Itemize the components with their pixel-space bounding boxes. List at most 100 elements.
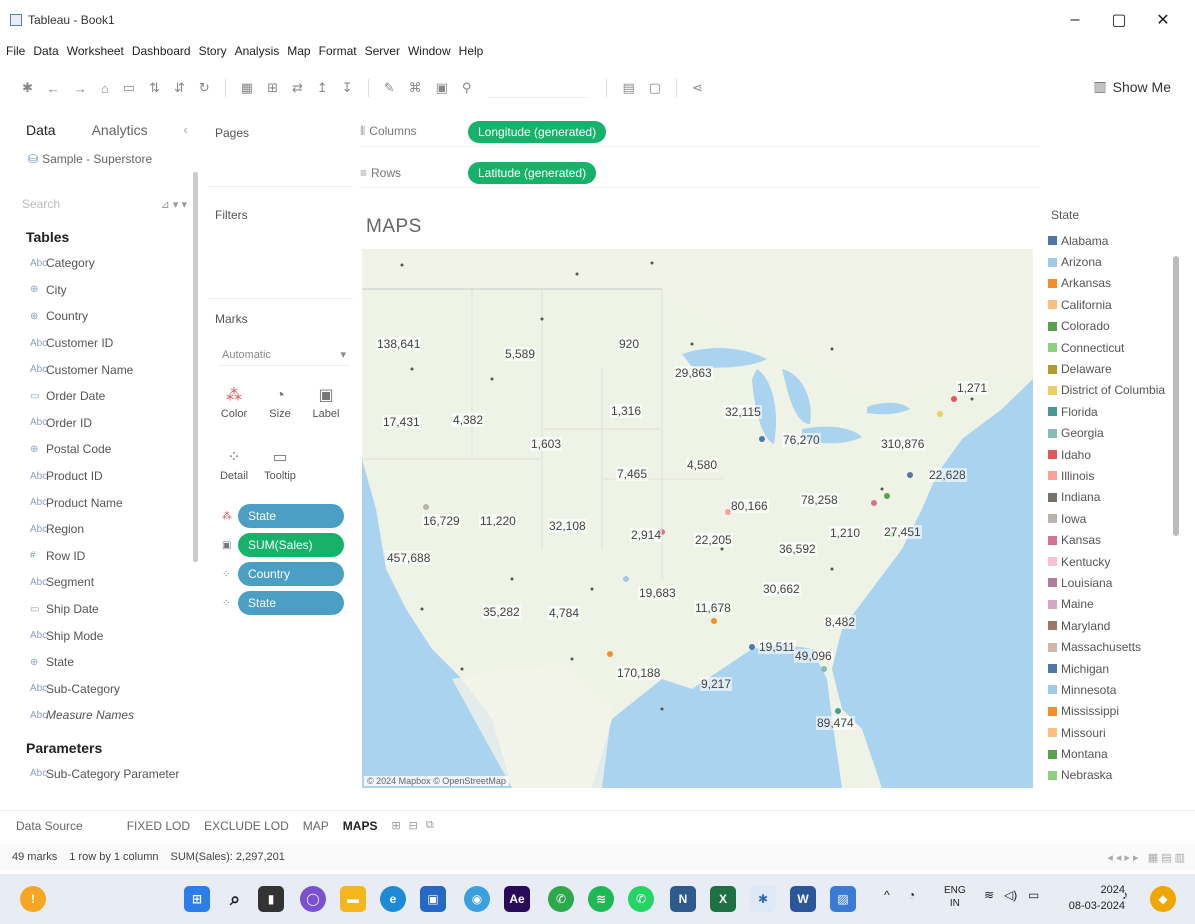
labels-icon[interactable]: ▣ <box>436 80 448 96</box>
legend-item[interactable]: Arkansas <box>1045 273 1185 294</box>
map-sales-label[interactable]: 920 <box>618 337 641 351</box>
collapse-pane-icon[interactable]: ‹ <box>184 123 188 137</box>
map-sales-label[interactable]: 19,511 <box>758 640 796 654</box>
sort-desc-icon[interactable]: ↧ <box>342 80 353 96</box>
photos-icon[interactable]: ▨ <box>830 886 856 912</box>
show-me-button[interactable]: ▥ Show Me <box>1093 78 1171 95</box>
field-state[interactable]: ⊕ State <box>0 649 205 676</box>
legend-item[interactable]: Illinois <box>1045 465 1185 486</box>
legend-item[interactable]: Colorado <box>1045 316 1185 337</box>
legend-item[interactable]: Montana <box>1045 743 1185 764</box>
legend-item[interactable]: Minnesota <box>1045 679 1185 700</box>
network-tray-icon[interactable]: ◔ <box>908 888 915 902</box>
rows-shelf[interactable]: ≡ Rows Latitude (generated) <box>360 158 1040 188</box>
tooltip-mark-button[interactable]: ▭ Tooltip <box>262 446 298 482</box>
map-sales-label[interactable]: 1,603 <box>530 437 563 451</box>
group-icon[interactable]: ⌘ <box>409 80 422 96</box>
sheet-navigation-icons[interactable]: ◂ ◂ ▸ ▸ ▦ ▤ ▥ <box>1107 851 1185 864</box>
menu-format[interactable]: Format <box>319 44 357 58</box>
edge-icon[interactable]: e <box>380 886 406 912</box>
map-sales-label[interactable]: 2,914 <box>630 528 663 542</box>
legend-item[interactable]: Louisiana <box>1045 572 1185 593</box>
field-sub-category[interactable]: Abc Sub-Category <box>0 676 205 703</box>
tab-fixed-lod[interactable]: FIXED LOD <box>127 819 190 833</box>
new-sheet-icon[interactable]: ▦ <box>241 80 253 96</box>
app-icon[interactable]: N <box>670 886 696 912</box>
legend-item[interactable]: Idaho <box>1045 444 1185 465</box>
word-icon[interactable]: W <box>790 886 816 912</box>
legend-item[interactable]: California <box>1045 294 1185 315</box>
legend-item[interactable]: Georgia <box>1045 423 1185 444</box>
legend-item[interactable]: Nebraska <box>1045 765 1185 786</box>
chat-icon[interactable]: ◯ <box>300 886 326 912</box>
map-sales-label[interactable]: 78,258 <box>800 493 839 507</box>
map-sales-label[interactable]: 35,282 <box>482 605 521 619</box>
show-cards-icon[interactable]: ▤ <box>622 80 634 96</box>
tab-map[interactable]: MAP <box>303 819 329 833</box>
spotify-icon[interactable]: ≋ <box>588 886 614 912</box>
field-order-id[interactable]: Abc Order ID <box>0 410 205 437</box>
chrome-icon[interactable]: ◉ <box>464 886 490 912</box>
map-sales-label[interactable]: 5,589 <box>504 347 537 361</box>
map-sales-label[interactable]: 89,474 <box>816 716 855 730</box>
filter-tools-icon[interactable]: ⊿ ▾ ▾ <box>161 198 187 211</box>
color-mark-button[interactable]: ⁂ Color <box>216 384 252 420</box>
menu-window[interactable]: Window <box>408 44 451 58</box>
tray-chevron-icon[interactable]: ^ <box>884 888 890 902</box>
map-sales-label[interactable]: 29,863 <box>674 366 713 380</box>
tab-exclude-lod[interactable]: EXCLUDE LOD <box>204 819 289 833</box>
label-mark-button[interactable]: ▣ Label <box>308 384 344 420</box>
legend-scrollbar[interactable] <box>1173 256 1179 536</box>
legend-item[interactable]: Maryland <box>1045 615 1185 636</box>
legend-item[interactable]: Iowa <box>1045 508 1185 529</box>
field-measure-names[interactable]: Abc Measure Names <box>0 702 205 729</box>
legend-item[interactable]: Indiana <box>1045 487 1185 508</box>
field-ship-date[interactable]: ▭ Ship Date <box>0 596 205 623</box>
map-view[interactable]: 138,641 5,589 920 29,863 17,431 4,382 1,316 32,… <box>362 249 1033 788</box>
menu-file[interactable]: File <box>6 44 25 58</box>
state-color-pill[interactable]: State <box>238 504 344 528</box>
save-icon[interactable]: ▭ <box>123 80 135 96</box>
legend-item[interactable]: Kansas <box>1045 529 1185 550</box>
data-pane-scrollbar[interactable] <box>193 172 198 562</box>
close-button[interactable]: ✕ <box>1141 6 1185 34</box>
map-sales-label[interactable]: 457,688 <box>386 551 432 565</box>
new-dashboard-icon[interactable]: ⊟ <box>409 819 418 832</box>
legend-item[interactable]: Florida <box>1045 401 1185 422</box>
tab-maps[interactable]: MAPS <box>343 819 378 833</box>
columns-shelf[interactable]: ⦀ Columns Longitude (generated) <box>360 117 1040 147</box>
legend-item[interactable]: Massachusetts <box>1045 636 1185 657</box>
menu-story[interactable]: Story <box>199 44 227 58</box>
tableau-taskbar-icon[interactable]: ✱ <box>750 886 776 912</box>
field-customer-id[interactable]: Abc Customer ID <box>0 330 205 357</box>
map-sales-label[interactable]: 1,271 <box>956 381 989 395</box>
swap-icon[interactable]: ⇄ <box>292 80 303 96</box>
field-country[interactable]: ⊕ Country <box>0 303 205 330</box>
field-ship-mode[interactable]: Abc Ship Mode <box>0 622 205 649</box>
map-sales-label[interactable]: 19,683 <box>638 586 677 600</box>
map-sales-label[interactable]: 8,482 <box>824 615 857 629</box>
map-sales-label[interactable]: 4,580 <box>686 458 719 472</box>
task-view-icon[interactable]: ▮ <box>258 886 284 912</box>
legend-item[interactable]: Missouri <box>1045 722 1185 743</box>
maximize-button[interactable]: ▢ <box>1097 6 1141 34</box>
legend-item[interactable]: Connecticut <box>1045 337 1185 358</box>
fit-dropdown[interactable] <box>488 78 589 98</box>
pause-updates-icon[interactable]: ⇵ <box>174 80 185 96</box>
map-copyright[interactable]: © 2024 Mapbox © OpenStreetMap <box>364 776 509 786</box>
copilot-icon[interactable]: ◆ <box>1150 886 1176 912</box>
file-explorer-icon[interactable]: ▬ <box>340 886 366 912</box>
map-sales-label[interactable]: 1,316 <box>610 404 643 418</box>
sum-sales-label-pill[interactable]: SUM(Sales) <box>238 533 344 557</box>
search-input[interactable]: Search <box>22 197 60 211</box>
tab-data[interactable]: Data <box>26 122 56 138</box>
menu-worksheet[interactable]: Worksheet <box>67 44 124 58</box>
map-sales-label[interactable]: 27,451 <box>883 525 922 539</box>
menu-server[interactable]: Server <box>365 44 400 58</box>
legend-item[interactable]: Alabama <box>1045 230 1185 251</box>
size-mark-button[interactable]: ◔ Size <box>262 384 298 420</box>
tableau-logo-icon[interactable]: ✱ <box>22 80 33 96</box>
field-region[interactable]: Abc Region <box>0 516 205 543</box>
legend-item[interactable]: Michigan <box>1045 658 1185 679</box>
new-datasource-icon[interactable]: ⇅ <box>149 80 160 96</box>
